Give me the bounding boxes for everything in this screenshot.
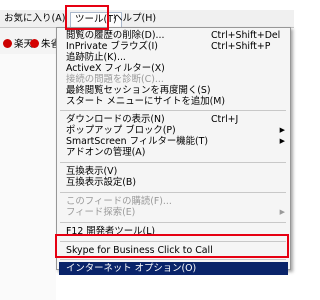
menu-item-feed-discovery: フィード探索(E) ▶ [57, 207, 290, 218]
menu-item-label: SmartScreen フィルター機能(T) [66, 136, 209, 147]
menu-item-manage-addons[interactable]: アドオンの管理(A) [57, 147, 290, 158]
menu-item-tracking-protection[interactable]: 追跡防止(K)... [57, 52, 290, 63]
submenu-arrow-icon: ▶ [279, 126, 285, 134]
menu-favorites[interactable]: お気に入り(A) [4, 13, 65, 25]
submenu-arrow-icon: ▶ [279, 137, 285, 145]
menu-separator [60, 192, 286, 193]
menu-item-delete-history[interactable]: 閲覧の履歴の削除(D)... Ctrl+Shift+Del [57, 30, 290, 41]
menu-item-label: 互換表示(V) [66, 166, 118, 177]
menu-item-subscribe-feed: このフィードの購読(F)... [57, 196, 290, 207]
menu-item-activex-filter[interactable]: ActiveX フィルター(X) [57, 63, 290, 74]
menu-item-internet-options[interactable]: インターネット オプション(O) [59, 262, 288, 275]
menu-item-smartscreen-filter[interactable]: SmartScreen フィルター機能(T) ▶ [57, 136, 290, 147]
menu-separator [60, 162, 286, 163]
favorite-link-rakuten[interactable]: 楽天 [3, 36, 33, 50]
menu-separator [60, 259, 286, 260]
menu-item-label: 閲覧の履歴の削除(D)... [66, 30, 165, 41]
menu-item-shortcut: Ctrl+Shift+Del [211, 30, 281, 41]
menu-item-label: スタート メニューにサイトを追加(M) [66, 96, 226, 107]
menu-item-label: InPrivate ブラウズ(I) [66, 41, 158, 52]
menu-item-shortcut: Ctrl+J [211, 114, 239, 125]
menu-item-compatibility-view[interactable]: 互換表示(V) [57, 166, 290, 177]
menu-item-popup-blocker[interactable]: ポップアップ ブロック(P) ▶ [57, 125, 290, 136]
menu-item-add-to-start-menu[interactable]: スタート メニューにサイトを追加(M) [57, 96, 290, 107]
menu-separator [60, 110, 286, 111]
menu-item-label: フィード探索(E) [66, 207, 136, 218]
menu-item-label: 追跡防止(K)... [66, 52, 126, 63]
menu-separator [60, 222, 286, 223]
highlight-box-tools-menu [65, 5, 109, 30]
page-background [0, 54, 56, 300]
menu-item-label: ダウンロードの表示(N) [66, 114, 165, 125]
favorites-bar: 楽天 朱省 [0, 28, 60, 54]
menu-item-label: インターネット オプション(O) [66, 263, 197, 274]
menu-item-label: 最終閲覧セッションを再度開く(S) [66, 85, 211, 96]
menu-item-inprivate[interactable]: InPrivate ブラウズ(I) Ctrl+Shift+P [57, 41, 290, 52]
menu-item-label: このフィードの購読(F)... [66, 196, 172, 207]
submenu-arrow-icon: ▶ [279, 208, 285, 216]
menu-item-shortcut: Ctrl+Shift+P [211, 41, 271, 52]
menu-item-view-downloads[interactable]: ダウンロードの表示(N) Ctrl+J [57, 114, 290, 125]
menu-item-label: 互換表示設定(B) [66, 177, 136, 188]
menu-item-label: ActiveX フィルター(X) [66, 63, 165, 74]
rakuten-icon [3, 39, 12, 48]
highlight-box-internet-options [55, 234, 289, 258]
menu-item-compatibility-settings[interactable]: 互換表示設定(B) [57, 177, 290, 188]
menu-item-diagnose-connection: 接続の問題を診断(C)... [57, 74, 290, 85]
menu-item-reopen-session[interactable]: 最終閲覧セッションを再度開く(S) [57, 85, 290, 96]
menu-item-label: 接続の問題を診断(C)... [66, 74, 164, 85]
menu-item-label: アドオンの管理(A) [66, 147, 146, 158]
menu-bar: お気に入り(A) ツール(T) ヘルプ(H) [0, 10, 294, 28]
menu-item-label: ポップアップ ブロック(P) [66, 125, 176, 136]
site-icon [30, 39, 39, 48]
menu-help[interactable]: ヘルプ(H) [113, 13, 156, 25]
